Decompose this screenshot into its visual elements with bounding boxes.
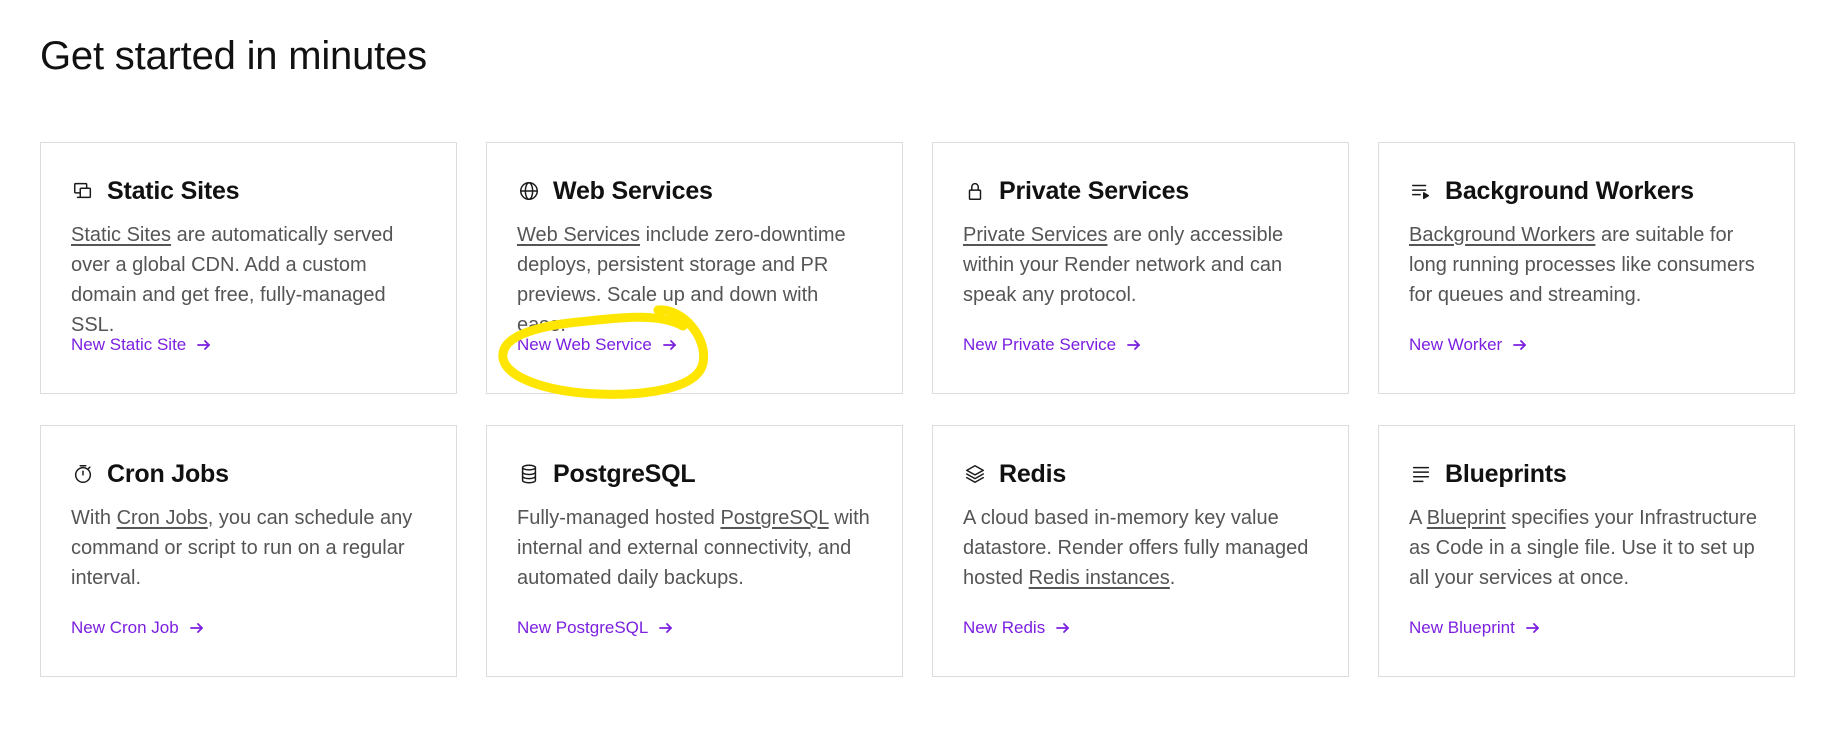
card-header: PostgreSQL: [517, 459, 872, 489]
link-label: New Static Site: [71, 335, 187, 354]
new-worker-link[interactable]: New Worker: [1409, 335, 1528, 355]
card-title: Cron Jobs: [107, 459, 229, 488]
new-web-service-link[interactable]: New Web Service: [517, 335, 678, 355]
card-description: Web Services include zero-downtime deplo…: [517, 220, 872, 336]
arrow-right-icon: [189, 620, 205, 636]
card-description: With Cron Jobs, you can schedule any com…: [71, 503, 426, 593]
link-label: New Blueprint: [1409, 618, 1515, 637]
link-label: New Worker: [1409, 335, 1503, 354]
card-description: Static Sites are automatically served ov…: [71, 220, 426, 336]
card-title: Redis: [999, 459, 1067, 488]
card-header: Blueprints: [1409, 459, 1764, 489]
card-title: Background Workers: [1445, 176, 1694, 205]
arrow-right-icon: [1055, 620, 1071, 636]
card-description: Fully-managed hosted PostgreSQL with int…: [517, 503, 872, 593]
card-title: Web Services: [553, 176, 713, 205]
new-blueprint-link[interactable]: New Blueprint: [1409, 618, 1541, 638]
docs-link[interactable]: Redis instances: [1029, 567, 1170, 589]
arrow-right-icon: [1512, 337, 1528, 353]
new-private-service-link[interactable]: New Private Service: [963, 335, 1142, 355]
static-site-icon: [71, 179, 95, 203]
card-background-workers: Background Workers Background Workers are…: [1378, 142, 1795, 394]
card-description: Private Services are only accessible wit…: [963, 220, 1318, 310]
card-header: Cron Jobs: [71, 459, 426, 489]
stopwatch-icon: [71, 462, 95, 486]
link-label: New Redis: [963, 618, 1046, 637]
docs-link[interactable]: Background Workers: [1409, 224, 1595, 246]
card-header: Private Services: [963, 176, 1318, 206]
card-header: Web Services: [517, 176, 872, 206]
docs-link[interactable]: Private Services: [963, 224, 1108, 246]
card-title: Private Services: [999, 176, 1190, 205]
card-redis: Redis A cloud based in-memory key value d…: [932, 425, 1349, 677]
description-text: .: [1169, 567, 1176, 589]
queue-icon: [1409, 179, 1433, 203]
card-description: A cloud based in-memory key value datast…: [963, 503, 1318, 593]
description-text: With: [71, 507, 117, 529]
new-cron-job-link[interactable]: New Cron Job: [71, 618, 205, 638]
link-label: New Private Service: [963, 335, 1117, 354]
card-blueprints: Blueprints A Blueprint specifies your Inf…: [1378, 425, 1795, 677]
lock-icon: [963, 179, 987, 203]
globe-icon: [517, 179, 541, 203]
card-postgresql: PostgreSQL Fully-managed hosted PostgreSQ…: [486, 425, 903, 677]
docs-link[interactable]: Web Services: [517, 224, 640, 246]
card-web-services: Web Services Web Services include zero-do…: [486, 142, 903, 394]
arrow-right-icon: [196, 337, 212, 353]
card-title: Static Sites: [107, 176, 240, 205]
document-lines-icon: [1409, 462, 1433, 486]
docs-link[interactable]: PostgreSQL: [720, 507, 828, 529]
link-label: New Cron Job: [71, 618, 179, 637]
docs-link[interactable]: Static Sites: [71, 224, 171, 246]
arrow-right-icon: [662, 337, 678, 353]
card-header: Redis: [963, 459, 1318, 489]
card-title: Blueprints: [1445, 459, 1567, 488]
link-label: New PostgreSQL: [517, 618, 649, 637]
arrow-right-icon: [1525, 620, 1541, 636]
arrow-right-icon: [1126, 337, 1142, 353]
arrow-right-icon: [658, 620, 674, 636]
layers-icon: [963, 462, 987, 486]
database-icon: [517, 462, 541, 486]
card-cron-jobs: Cron Jobs With Cron Jobs, you can schedul…: [40, 425, 457, 677]
card-title: PostgreSQL: [553, 459, 696, 488]
description-text: Fully-managed hosted: [517, 507, 721, 529]
docs-link[interactable]: Blueprint: [1427, 507, 1506, 529]
new-redis-link[interactable]: New Redis: [963, 618, 1071, 638]
card-header: Static Sites: [71, 176, 426, 206]
card-description: A Blueprint specifies your Infrastructur…: [1409, 503, 1764, 593]
card-header: Background Workers: [1409, 176, 1764, 206]
new-postgresql-link[interactable]: New PostgreSQL: [517, 618, 674, 638]
link-label: New Web Service: [517, 335, 652, 354]
docs-link[interactable]: Cron Jobs: [117, 507, 208, 529]
new-static-site-link[interactable]: New Static Site: [71, 335, 212, 355]
service-card-grid: Static Sites Static Sites are automatical…: [40, 142, 1795, 677]
card-static-sites: Static Sites Static Sites are automatical…: [40, 142, 457, 394]
card-description: Background Workers are suitable for long…: [1409, 220, 1764, 310]
page-title: Get started in minutes: [40, 34, 427, 78]
card-private-services: Private Services Private Services are onl…: [932, 142, 1349, 394]
description-text: A: [1409, 507, 1427, 529]
